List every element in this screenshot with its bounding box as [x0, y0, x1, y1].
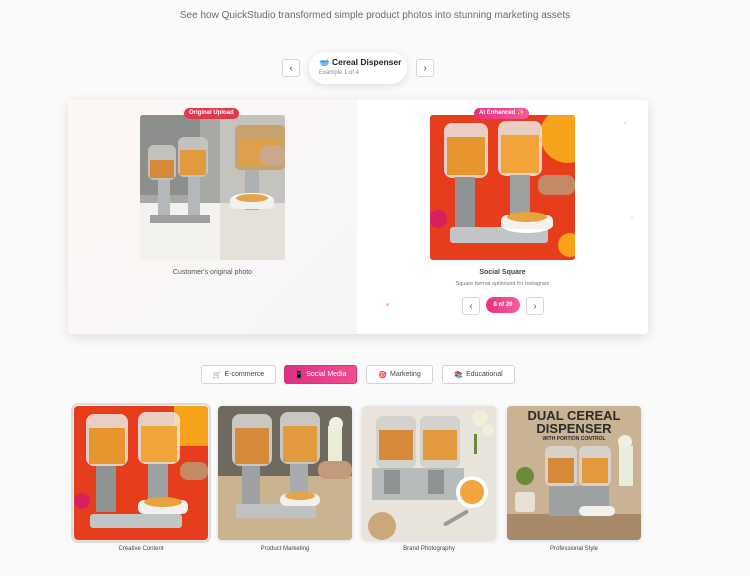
thumbnail-label: Brand Photography [403, 546, 455, 552]
tab-educational[interactable]: 📚 Educational [442, 365, 515, 384]
thumbnail-overlay-title: DUAL CEREAL DISPENSER [527, 408, 621, 436]
books-icon: 📚 [454, 371, 464, 379]
cart-icon: 🛒 [212, 371, 222, 379]
enhanced-photo[interactable] [430, 115, 575, 260]
next-variant-button[interactable]: › [526, 297, 544, 315]
tab-label: Marketing [389, 371, 421, 378]
example-selector: 🥣 Cereal Dispenser Example 1 of 4 [309, 52, 407, 84]
example-title: 🥣 Cereal Dispenser [319, 57, 402, 67]
thumbnail-label: Product Marketing [260, 546, 310, 552]
page-subtitle: See how QuickStudio transformed simple p… [179, 10, 571, 21]
thumbnail-brand-photography[interactable] [362, 406, 496, 540]
ai-enhanced-badge: AI Enhanced ✨ [474, 108, 530, 119]
original-caption: Customer's original photo [172, 269, 253, 276]
prev-variant-button[interactable]: ‹ [462, 297, 480, 315]
chevron-right-icon: › [423, 62, 427, 74]
original-panel: Original Upload Customer's original phot… [68, 100, 357, 334]
chevron-left-icon: ‹ [469, 300, 473, 312]
example-counter: Example 1 of 4 [319, 70, 360, 76]
chevron-right-icon: › [533, 300, 537, 312]
thumbnail-label: Professional Style [549, 546, 599, 552]
thumbnail-product-marketing[interactable] [218, 406, 352, 540]
variant-counter: 8 of 20 [486, 297, 520, 313]
thumbnail-image [218, 406, 352, 540]
tab-ecommerce[interactable]: 🛒 E-commerce [201, 365, 276, 384]
tab-marketing[interactable]: 🎯 Marketing [366, 365, 433, 384]
format-description: Square format optimized for Instagram [455, 281, 550, 287]
prev-example-button[interactable]: ‹ [282, 59, 300, 77]
original-upload-badge: Original Upload [184, 108, 239, 119]
thumbnail-image [74, 406, 208, 540]
original-photo-image [140, 115, 285, 260]
thumbnail-image [362, 406, 496, 540]
tab-social-media[interactable]: 📱 Social Media [284, 365, 357, 384]
original-photo [140, 115, 285, 260]
format-title: Social Square [479, 269, 526, 276]
decorative-dot [386, 303, 389, 306]
enhanced-photo-image [430, 115, 575, 260]
tab-label: E-commerce [224, 371, 265, 378]
thumbnail-creative-content[interactable] [71, 403, 211, 543]
bowl-icon: 🥣 [319, 57, 330, 67]
comparison-card: Original Upload Customer's original phot… [68, 100, 648, 334]
tab-label: Educational [466, 371, 503, 378]
thumbnail-professional-style[interactable]: DUAL CEREAL DISPENSER WITH PORTION CONTR… [507, 406, 641, 540]
decorative-dot [631, 217, 633, 219]
tab-label: Social Media [306, 371, 347, 378]
next-example-button[interactable]: › [416, 59, 434, 77]
thumbnail-label: Creative Content [118, 546, 164, 552]
chevron-left-icon: ‹ [289, 62, 293, 74]
target-icon: 🎯 [378, 371, 387, 379]
decorative-dot [624, 122, 626, 124]
thumbnail-overlay-sub: WITH PORTION CONTROL [542, 436, 606, 442]
phone-icon: 📱 [294, 371, 304, 379]
